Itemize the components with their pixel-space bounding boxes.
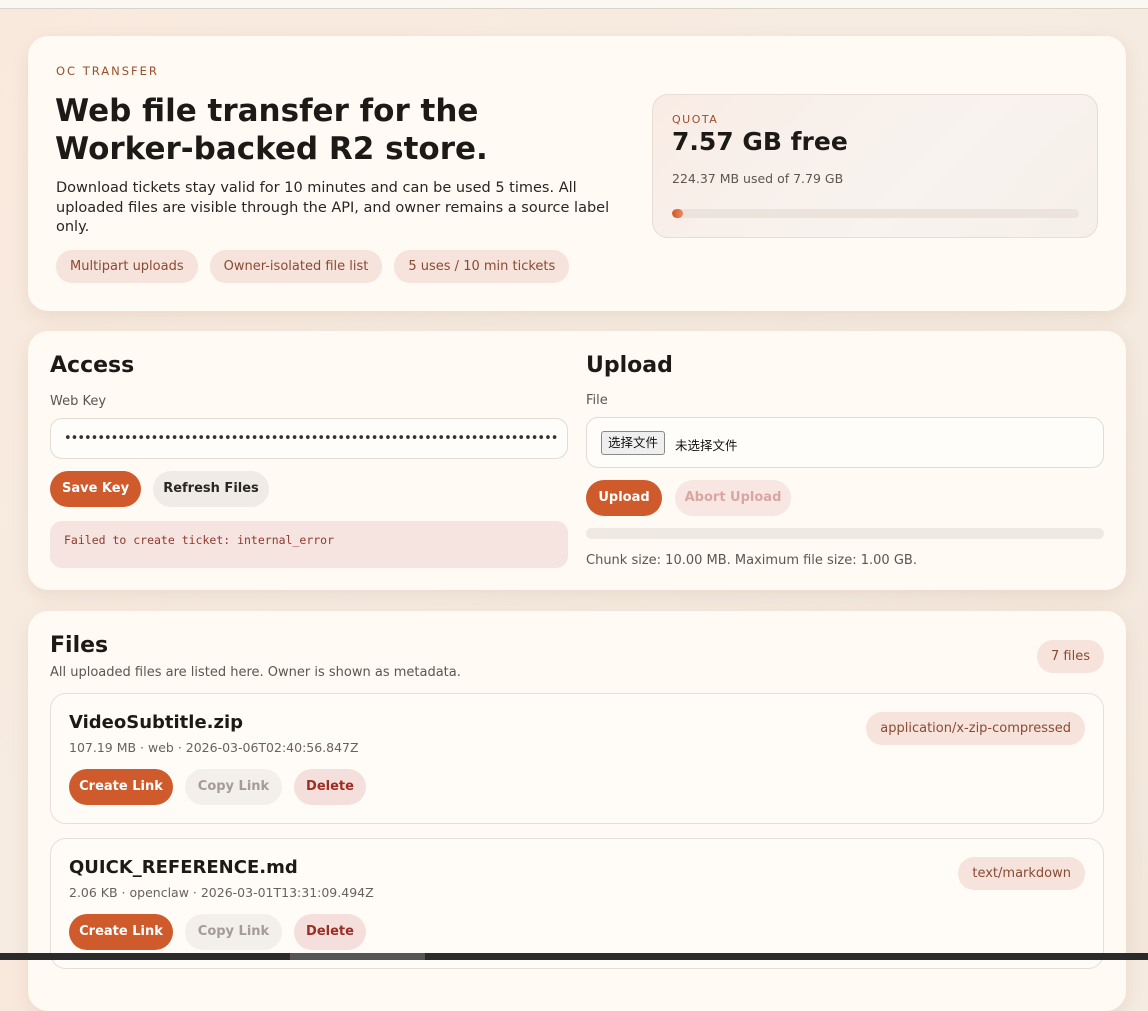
files-card: Files All uploaded files are listed here… bbox=[28, 611, 1126, 1011]
quota-progress-fill bbox=[672, 209, 684, 218]
access-title: Access bbox=[50, 353, 135, 378]
web-key-label: Web Key bbox=[50, 394, 107, 409]
chip-owner-isolated: Owner-isolated file list bbox=[209, 250, 383, 283]
abort-upload-button[interactable]: Abort Upload bbox=[675, 480, 791, 516]
taskbar-edge bbox=[0, 953, 1148, 960]
chunk-size-info: Chunk size: 10.00 MB. Maximum file size:… bbox=[586, 553, 917, 568]
quota-free: 7.57 GB free bbox=[672, 127, 848, 156]
file-meta: 107.19 MB · web · 2026-03-06T02:40:56.84… bbox=[69, 740, 359, 755]
error-message-box: Failed to create ticket: internal_error bbox=[50, 521, 568, 568]
create-link-button[interactable]: Create Link bbox=[69, 914, 173, 950]
quota-label: QUOTA bbox=[672, 113, 719, 126]
quota-progress-bar bbox=[672, 209, 1079, 218]
refresh-files-button[interactable]: Refresh Files bbox=[153, 471, 269, 507]
file-meta: 2.06 KB · openclaw · 2026-03-01T13:31:09… bbox=[69, 885, 374, 900]
hero-card: OC TRANSFER Web file transfer for the Wo… bbox=[28, 36, 1126, 311]
quota-panel: QUOTA 7.57 GB free 224.37 MB used of 7.7… bbox=[652, 94, 1098, 238]
error-message: Failed to create ticket: internal_error bbox=[64, 533, 335, 547]
files-title: Files bbox=[50, 633, 109, 658]
no-file-chosen-text: 未选择文件 bbox=[675, 438, 738, 453]
file-input: 选择文件 未选择文件 bbox=[586, 417, 1104, 468]
web-key-input[interactable]: ••••••••••••••••••••••••••••••••••••••••… bbox=[50, 418, 568, 459]
delete-button[interactable]: Delete bbox=[294, 914, 366, 950]
file-type-badge: text/markdown bbox=[958, 857, 1085, 890]
taskbar-segment bbox=[290, 953, 425, 960]
delete-button[interactable]: Delete bbox=[294, 769, 366, 805]
file-name: VideoSubtitle.zip bbox=[69, 712, 244, 733]
app-eyebrow: OC TRANSFER bbox=[56, 64, 159, 78]
file-type-badge: application/x-zip-compressed bbox=[866, 712, 1085, 745]
file-name: QUICK_REFERENCE.md bbox=[69, 857, 298, 878]
create-link-button[interactable]: Create Link bbox=[69, 769, 173, 805]
file-item: VideoSubtitle.zip 107.19 MB · web · 2026… bbox=[50, 693, 1104, 824]
file-count-badge: 7 files bbox=[1037, 640, 1104, 673]
copy-link-button[interactable]: Copy Link bbox=[185, 769, 282, 805]
upload-title: Upload bbox=[586, 353, 673, 378]
file-label: File bbox=[586, 393, 608, 408]
page-title: Web file transfer for the Worker-backed … bbox=[55, 93, 488, 167]
files-subtitle: All uploaded files are listed here. Owne… bbox=[50, 665, 461, 680]
copy-link-button[interactable]: Copy Link bbox=[185, 914, 282, 950]
upload-button[interactable]: Upload bbox=[586, 480, 662, 516]
quota-used: 224.37 MB used of 7.79 GB bbox=[672, 171, 844, 186]
upload-progress-bar bbox=[586, 528, 1104, 539]
browser-top-edge bbox=[0, 0, 1148, 9]
access-upload-card: Access Web Key •••••••••••••••••••••••••… bbox=[28, 331, 1126, 590]
hero-description: Download tickets stay valid for 10 minut… bbox=[56, 180, 610, 235]
feature-chips: Multipart uploads Owner-isolated file li… bbox=[56, 250, 570, 283]
chip-multipart: Multipart uploads bbox=[56, 250, 198, 283]
chip-ticket-limits: 5 uses / 10 min tickets bbox=[394, 250, 570, 283]
save-key-button[interactable]: Save Key bbox=[50, 471, 141, 507]
choose-file-button[interactable]: 选择文件 bbox=[601, 431, 666, 455]
file-item: QUICK_REFERENCE.md 2.06 KB · openclaw · … bbox=[50, 838, 1104, 969]
